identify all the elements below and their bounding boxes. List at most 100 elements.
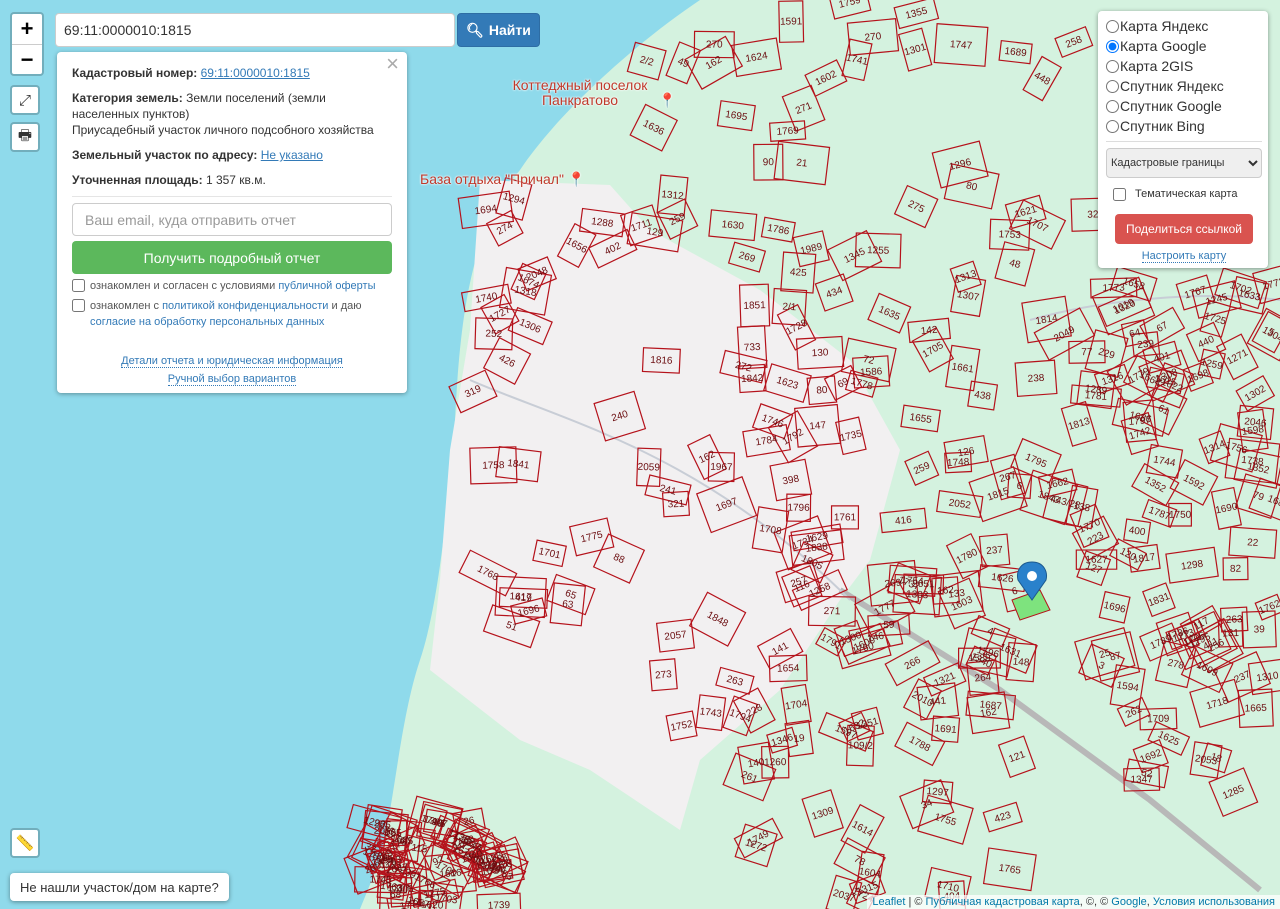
expand-icon: ⤢ (18, 91, 31, 109)
address-link[interactable]: Не указано (261, 148, 323, 162)
parcel-label: 1260 (764, 757, 787, 768)
parcel-label: 321 (667, 499, 685, 511)
zoom-in-button[interactable]: + (12, 14, 42, 44)
parcel-label: 1748 (947, 457, 970, 469)
parcel-label: 2/1 (782, 302, 797, 314)
manual-selection-link[interactable]: Ручной выбор вариантов (167, 373, 297, 386)
thematic-map-checkbox[interactable] (1113, 187, 1126, 201)
parcel-label: 1691 (934, 723, 957, 736)
parcel-label: 1255 (867, 245, 890, 257)
parcel-label: 1753 (998, 229, 1021, 241)
terms-link[interactable]: Условия использования (1153, 896, 1275, 908)
parcel-label: 1747 (949, 39, 972, 52)
parcel-label: 1654 (777, 663, 800, 675)
layer-option[interactable]: Карта 2GIS (1106, 56, 1262, 76)
privacy-consent-checkbox[interactable] (72, 299, 85, 312)
parcel-label: 1297 (926, 786, 950, 799)
parcel-label: 1312 (661, 189, 685, 202)
parcel-label: 142 (920, 325, 938, 338)
parcel-label: 2055 (373, 826, 397, 839)
layer-radio[interactable] (1106, 39, 1119, 53)
parcel-label: 1750 (1169, 510, 1192, 521)
parcel-label: 109/2 (848, 740, 874, 752)
close-icon[interactable]: × (386, 53, 399, 75)
zoom-out-button[interactable]: − (12, 44, 42, 74)
layer-option[interactable]: Карта Google (1106, 36, 1262, 56)
layer-option[interactable]: Карта Яндекс (1106, 16, 1262, 36)
parcel-label: 147 (809, 420, 827, 432)
get-report-button[interactable]: Получить подробный отчет (72, 241, 392, 274)
ruler-icon: 📏 (15, 835, 35, 852)
parcel-label: 416 (895, 515, 913, 528)
offer-consent-checkbox[interactable] (72, 279, 85, 292)
parcel-label: 130 (811, 347, 829, 359)
parcel-label: 238 (1027, 373, 1045, 385)
zoom-control: + − (10, 12, 44, 76)
poi-recreation-base[interactable]: База отдыха "Причал" 📍 (420, 172, 585, 187)
email-field[interactable] (72, 203, 392, 236)
layer-option[interactable]: Спутник Google (1106, 96, 1262, 116)
parcel-label: 1761 (834, 512, 857, 523)
parcel-label: 21 (796, 157, 809, 169)
parcel-label: 1758 (482, 460, 505, 472)
parcel-label: 252 (485, 329, 502, 340)
parcel-label: 1665 (1244, 703, 1267, 715)
parcel-label: 1851 (743, 300, 766, 312)
attribution: Leaflet | © Публичная кадастровая карта,… (867, 895, 1280, 909)
layer-radio[interactable] (1106, 79, 1119, 93)
parcel-label: 19 (793, 733, 806, 745)
parcel-label: 80 (816, 385, 828, 397)
leaflet-link[interactable]: Leaflet (872, 896, 905, 908)
overlay-select[interactable]: Кадастровые границы (1106, 148, 1262, 178)
not-found-button[interactable]: Не нашли участок/дом на карте? (10, 873, 229, 901)
search-input[interactable] (55, 13, 455, 47)
layer-option[interactable]: Спутник Bing (1106, 116, 1262, 136)
layer-radio[interactable] (1106, 19, 1119, 33)
parcel-label: 425 (790, 267, 808, 279)
parcel-label: 237 (986, 545, 1004, 558)
google-link[interactable]: Google (1111, 896, 1146, 908)
parcel-label: 264 (974, 672, 992, 685)
parcel-label: 271 (824, 606, 841, 617)
parcel-label: 273 (655, 669, 673, 681)
parcel-label: 1842 (741, 373, 764, 385)
layer-radio[interactable] (1106, 119, 1119, 133)
search-button[interactable]: 🔍︎ Найти (457, 13, 540, 47)
parcel-label: 1816 (650, 355, 673, 367)
parcel-label: 1796 (787, 503, 810, 514)
pkk-link[interactable]: Публичная кадастровая карта (926, 896, 1080, 908)
share-link-button[interactable]: Поделиться ссылкой (1115, 214, 1253, 244)
parcel-label: 90 (763, 157, 775, 168)
report-details-link[interactable]: Детали отчета и юридическая информация (121, 355, 343, 368)
parcel-label: 2059 (637, 462, 660, 474)
public-offer-link[interactable]: публичной оферты (278, 280, 375, 292)
personal-data-link[interactable]: согласие на обработку персональных данны… (90, 316, 324, 328)
parcel-label: 162 (937, 585, 955, 597)
layer-control: Карта Яндекс Карта Google Карта 2GIS Спутни… (1098, 11, 1268, 268)
cadastral-number-link[interactable]: 69:11:0000010:1815 (201, 66, 310, 80)
parcel-label: 1586 (860, 366, 883, 378)
configure-map-link[interactable]: Настроить карту (1141, 250, 1227, 263)
parcel-label: 1739 (488, 900, 511, 909)
printer-icon: 🖶 (17, 126, 33, 144)
print-button[interactable]: 🖶 (10, 122, 40, 152)
privacy-policy-link[interactable]: политикой конфиденциальности (162, 300, 328, 312)
layer-radio[interactable] (1106, 99, 1119, 113)
parcel-label: 1687 (979, 699, 1003, 712)
poi-cottage-village[interactable]: Коттеджный поселок Панкратово 📍 (505, 78, 677, 108)
parcel-label: 1709 (1147, 714, 1170, 726)
hotel-pin-icon: 📍 (658, 92, 677, 108)
parcel-label: 270 (864, 31, 882, 44)
parcel-label: 239 (1137, 338, 1155, 351)
thematic-map-toggle[interactable]: Тематическая карта (1109, 184, 1262, 204)
parcel-label: 39 (1253, 624, 1265, 635)
layer-radio[interactable] (1106, 59, 1119, 73)
parcel-label: 82 (1230, 564, 1242, 575)
parcel-label: 1630 (721, 219, 745, 232)
parcel-label: 131 (1222, 628, 1239, 640)
layer-option[interactable]: Спутник Яндекс (1106, 76, 1262, 96)
parcel-label: 1591 (780, 16, 803, 27)
parcel-label: 1627 (1085, 555, 1108, 566)
measure-button[interactable]: 📏 (10, 828, 40, 858)
fullscreen-button[interactable]: ⤢ (10, 85, 40, 115)
